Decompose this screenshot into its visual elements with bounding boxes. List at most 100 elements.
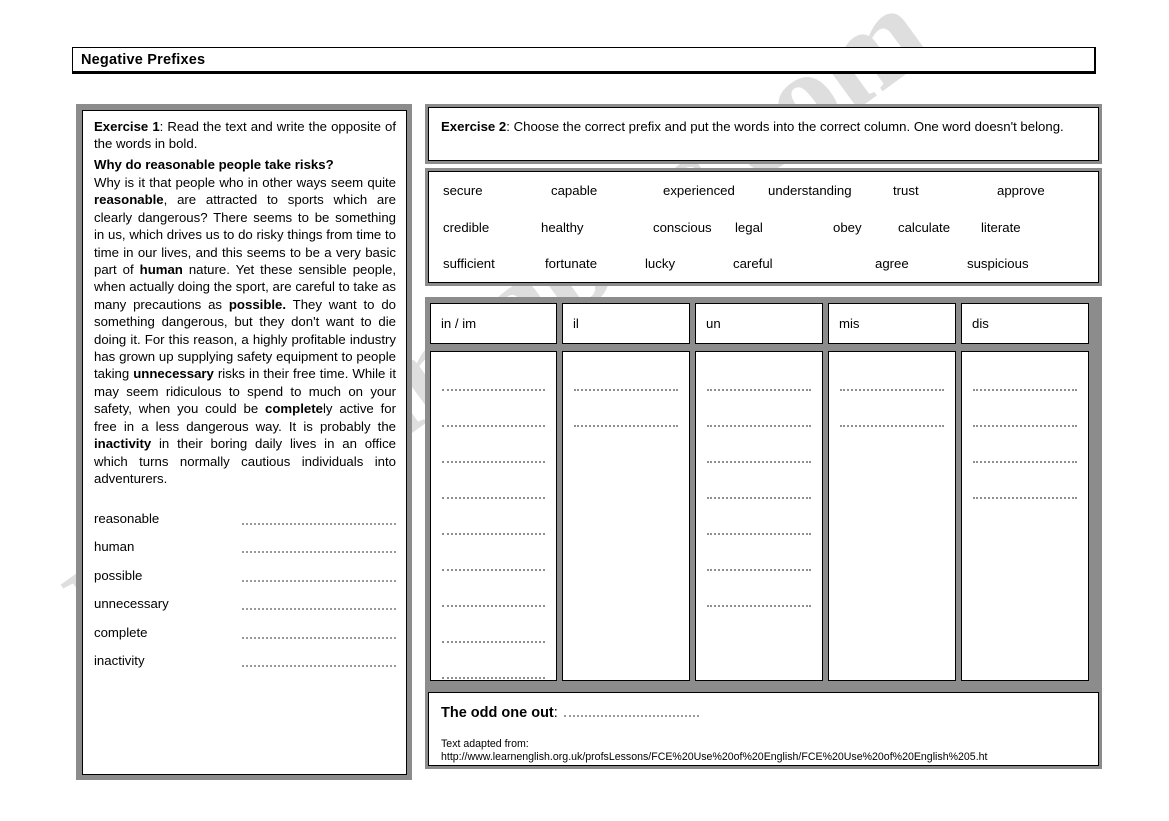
reading-text-bold-word: possible. [228,296,287,312]
answer-row: inactivity [94,643,396,672]
prefix-blank-line[interactable] [973,412,1077,427]
prefix-header-label: in / im [441,315,477,331]
prefix-blank-line[interactable] [442,556,545,571]
word-bank-word[interactable]: agree [875,256,967,271]
prefix-header-label: dis [972,315,989,331]
prefix-blank-line[interactable] [442,664,545,679]
reading-text-bold-word: inactivity [94,436,152,452]
word-bank-row: secure capable experienced understanding tru… [429,172,1098,209]
exercise-1-instruction: Exercise 1: Read the text and write the … [94,118,396,152]
word-bank-word[interactable]: fortunate [545,256,645,271]
answer-prompt-word: reasonable [94,510,160,526]
word-bank-word[interactable]: suspicious [967,256,1052,271]
answer-prompt-word: inactivity [94,653,145,669]
prefix-header-label: un [706,315,721,331]
word-bank-word[interactable]: understanding [768,183,893,198]
prefix-blank-line[interactable] [840,412,944,427]
word-bank-row: sufficient fortunate lucky careful agree susp… [429,245,1098,282]
odd-one-out-panel: The odd one out: Text adapted from: http… [425,689,1102,769]
prefix-blank-line[interactable] [973,484,1077,499]
answer-blank-line[interactable] [242,510,396,525]
prefix-column-mis[interactable] [828,351,956,681]
prefix-blank-line[interactable] [840,376,944,391]
exercise-1-answer-list: reasonable human possible unnecessary comple… [94,500,396,671]
prefix-blank-line[interactable] [442,592,545,607]
answer-row: human [94,529,396,558]
answer-row: possible [94,557,396,586]
word-bank-word[interactable]: approve [997,183,1097,198]
word-bank-word[interactable]: capable [551,183,663,198]
word-bank-word[interactable]: secure [443,183,551,198]
exercise-1-label: Exercise 1 [94,119,160,134]
prefix-blank-line[interactable] [442,448,545,463]
odd-one-out-row: The odd one out: [441,704,1086,721]
answer-prompt-word: human [94,539,135,555]
prefix-blank-line[interactable] [574,376,678,391]
reading-text-heading: Why do reasonable people take risks? [94,157,334,172]
prefix-blank-line[interactable] [442,628,545,643]
exercise-2-instruction-panel: Exercise 2: Choose the correct prefix an… [425,104,1102,164]
answer-row: reasonable [94,500,396,529]
answer-blank-line[interactable] [242,624,396,639]
odd-one-out-blank[interactable] [563,704,699,717]
answer-blank-line[interactable] [242,538,396,554]
word-bank-word[interactable]: sufficient [443,256,545,271]
exercise-2-instruction-text: : Choose the correct prefix and put the … [506,119,1064,134]
reading-text-bold-word: reasonable [94,192,164,208]
prefix-blank-line[interactable] [442,484,545,499]
prefix-blank-line[interactable] [973,448,1077,463]
answer-prompt-word: unnecessary [94,596,169,612]
odd-one-out-label: The odd one out [441,705,554,721]
prefix-blank-line[interactable] [442,520,545,535]
prefix-blank-line[interactable] [973,376,1077,391]
answer-prompt-word: possible [94,567,143,583]
word-bank-word[interactable]: careful [733,256,875,271]
reading-text-body: Why is it that people who in other ways … [94,174,396,487]
reading-text-run: Why is it that people who in other ways … [94,175,396,190]
prefix-blank-line[interactable] [707,592,811,607]
prefix-column-dis[interactable] [961,351,1089,681]
source-label: Text adapted from: [441,738,529,750]
prefix-blank-line[interactable] [707,520,811,535]
prefix-blank-line[interactable] [707,484,811,499]
prefix-blank-line[interactable] [574,412,678,427]
exercise-1-panel: Exercise 1: Read the text and write the … [76,104,412,780]
answer-row: unnecessary [94,586,396,615]
word-bank-word[interactable]: obey [833,220,898,235]
source-url: http://www.learnenglish.org.uk/profsLess… [441,750,988,763]
word-bank-word[interactable]: experienced [663,183,768,198]
word-bank-word[interactable]: healthy [541,220,653,235]
answer-prompt-word: complete [94,624,148,640]
prefix-column-il[interactable] [562,351,690,681]
answer-blank-line[interactable] [242,652,396,668]
word-bank-word[interactable]: literate [981,220,1071,235]
word-bank-word[interactable]: credible [443,220,541,235]
odd-one-out-colon: : [553,705,558,721]
exercise-2-label: Exercise 2 [441,119,507,134]
word-bank-word[interactable]: conscious [653,220,735,235]
prefix-blank-line[interactable] [707,376,811,391]
answer-blank-line[interactable] [242,567,396,582]
prefix-blank-line[interactable] [442,412,545,427]
prefix-blank-line[interactable] [707,448,811,463]
word-bank-word[interactable]: trust [893,183,997,198]
page-title: Negative Prefixes [81,52,206,68]
prefix-header-label: il [573,315,579,331]
word-bank-word[interactable]: lucky [645,256,733,271]
prefix-column-un[interactable] [695,351,823,681]
prefix-column-inim[interactable] [430,351,557,715]
word-bank-row: credible healthy conscious legal obey calcula… [429,209,1098,246]
source-credit: Text adapted from: http://www.learnengli… [441,738,1086,763]
reading-text-bold-word: human [139,262,183,278]
answer-row: complete [94,614,396,643]
word-bank-word[interactable]: calculate [898,220,981,235]
prefix-blank-line[interactable] [707,556,811,571]
answer-blank-line[interactable] [242,595,396,611]
reading-text-bold-word: unnecessary [133,366,214,382]
word-bank-panel: secure capable experienced understanding tru… [425,168,1102,286]
prefix-blank-line[interactable] [707,412,811,427]
word-bank-word[interactable]: legal [735,220,833,235]
prefix-header-mis: mis [828,302,956,344]
prefix-column-bodies [425,349,1102,715]
prefix-blank-line[interactable] [442,376,545,391]
